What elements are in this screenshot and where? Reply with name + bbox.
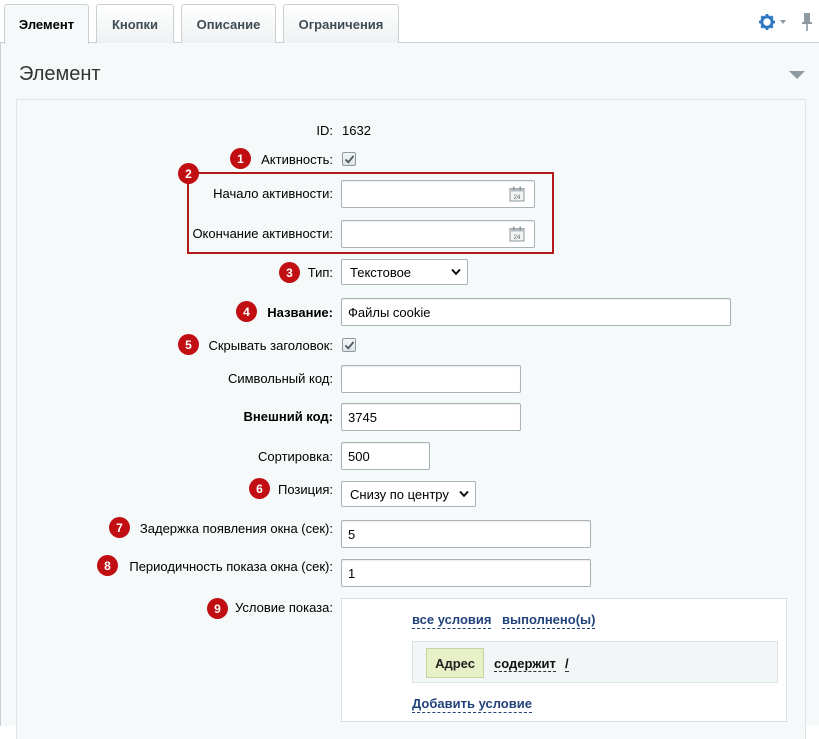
settings-caret-icon[interactable]: [780, 20, 786, 24]
gear-icon[interactable]: [758, 13, 776, 31]
sort-input[interactable]: 500: [341, 442, 430, 470]
hide-title-checkbox[interactable]: [342, 338, 356, 352]
id-label: ID:: [316, 123, 333, 138]
section-header[interactable]: Элемент: [1, 43, 819, 99]
condition-value-link[interactable]: /: [565, 656, 569, 672]
badge-2: 2: [178, 163, 199, 184]
condition-box: все условия выполнено(ы) Адрес содержит …: [341, 598, 787, 722]
name-label: Название:: [267, 305, 333, 320]
calendar-icon[interactable]: 24: [509, 226, 525, 242]
tab-element[interactable]: Элемент: [4, 4, 89, 45]
tab-bar: Элемент Кнопки Описание Ограничения: [0, 0, 819, 45]
active-to-input[interactable]: 24: [341, 220, 535, 248]
checkmark-icon: [344, 341, 355, 350]
type-select[interactable]: Текстовое: [341, 259, 468, 285]
tab-description[interactable]: Описание: [181, 4, 276, 43]
hide-title-label: Скрывать заголовок:: [208, 338, 333, 353]
svg-text:24: 24: [514, 195, 521, 201]
condition-field-tag[interactable]: Адрес: [426, 648, 484, 678]
badge-4: 4: [236, 301, 257, 322]
badge-3: 3: [279, 262, 300, 283]
badge-7: 7: [109, 517, 130, 538]
period-input[interactable]: 1: [341, 559, 591, 587]
type-label: Тип:: [307, 265, 333, 280]
svg-text:24: 24: [514, 235, 521, 241]
checkmark-icon: [344, 155, 355, 164]
badge-1: 1: [230, 148, 251, 169]
sort-label: Сортировка:: [258, 449, 333, 464]
condition-operator-link[interactable]: содержит: [494, 656, 556, 672]
active-label: Активность:: [261, 152, 333, 167]
tab-restrictions[interactable]: Ограничения: [283, 4, 399, 43]
external-code-label: Внешний код:: [243, 409, 333, 424]
active-from-input[interactable]: 24: [341, 180, 535, 208]
pin-icon[interactable]: [800, 12, 814, 32]
badge-5: 5: [178, 334, 199, 355]
position-select[interactable]: Снизу по центру: [341, 481, 476, 507]
chevron-down-icon: [459, 490, 469, 498]
code-label: Символьный код:: [227, 371, 333, 386]
name-input[interactable]: Файлы cookie: [341, 298, 731, 326]
collapse-arrow-icon[interactable]: [789, 71, 805, 79]
badge-6: 6: [249, 478, 270, 499]
code-input[interactable]: [341, 365, 521, 393]
condition-rule-row: Адрес содержит /: [412, 641, 778, 683]
active-to-label: Окончание активности:: [192, 226, 333, 241]
delay-input[interactable]: 5: [341, 520, 591, 548]
condition-state-link[interactable]: выполнено(ы): [502, 612, 596, 629]
id-value: 1632: [342, 123, 371, 138]
active-checkbox[interactable]: [342, 152, 356, 166]
delay-label: Задержка появления окна (сек):: [139, 521, 333, 536]
period-label: Периодичность показа окна (сек):: [129, 559, 333, 574]
condition-scope-link[interactable]: все условия: [412, 612, 492, 629]
chevron-down-icon: [451, 268, 461, 276]
badge-8: 8: [97, 555, 118, 576]
tab-buttons[interactable]: Кнопки: [96, 4, 174, 43]
calendar-icon[interactable]: 24: [509, 186, 525, 202]
add-condition-link[interactable]: Добавить условие: [412, 696, 532, 713]
badge-9: 9: [207, 598, 228, 619]
section-title: Элемент: [19, 63, 101, 85]
position-label: Позиция:: [277, 482, 333, 497]
condition-label: Условие показа:: [235, 600, 333, 615]
external-code-input[interactable]: 3745: [341, 403, 521, 431]
active-from-label: Начало активности:: [213, 186, 333, 201]
